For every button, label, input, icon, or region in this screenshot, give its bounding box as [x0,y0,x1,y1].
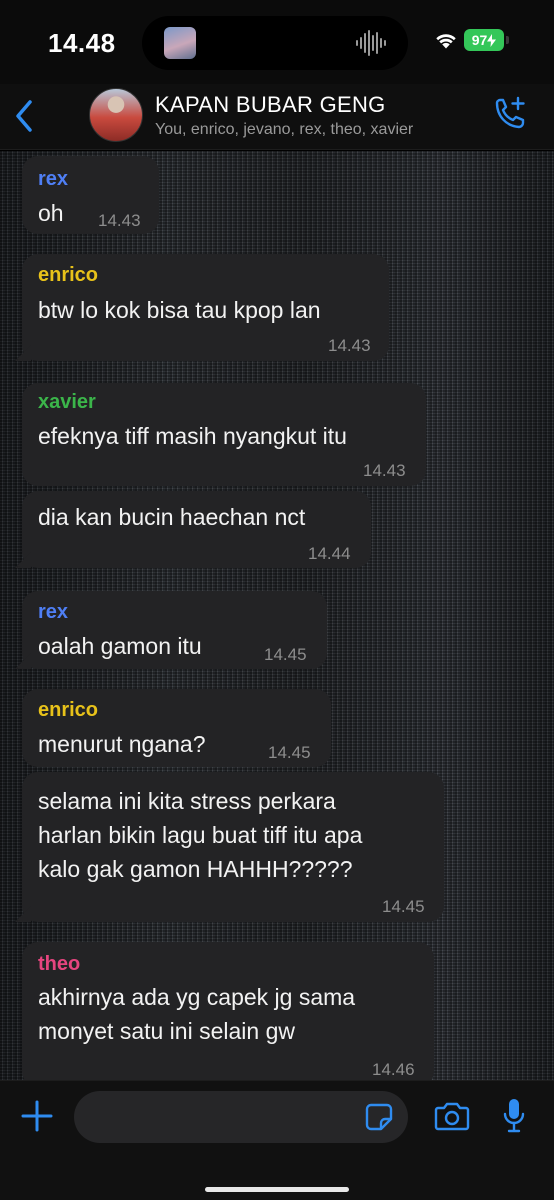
sticker-icon[interactable] [365,1103,393,1131]
charging-bolt-icon [487,33,497,47]
message-time: 14.46 [372,1060,415,1079]
phone-plus-icon[interactable] [491,96,527,132]
message-text: efeknya tiff masih nyangkut itu [38,423,347,449]
message-text: akhirnya ada yg capek jg sama [38,984,356,1010]
message-text: kalo gak gamon HAHHH????? [38,856,353,882]
wifi-icon [436,34,456,49]
message-bubble[interactable]: enrico menurut ngana? 14.45 [22,689,331,767]
message-text: oh [38,200,64,226]
battery-tip [506,36,509,44]
message-time: 14.43 [328,336,371,355]
message-bubble[interactable]: rex oh 14.43 [22,156,159,234]
message-sender: enrico [38,264,99,286]
composer-bar [0,1080,554,1200]
message-bubble[interactable]: enrico btw lo kok bisa tau kpop lan 14.4… [22,254,389,361]
message-bubble[interactable]: dia kan bucin haechan nct 14.44 [22,491,371,568]
microphone-icon[interactable] [502,1097,526,1135]
status-time: 14.48 [48,28,116,58]
back-chevron-icon[interactable] [12,98,36,134]
battery-level: 97 [471,32,488,48]
home-indicator[interactable] [205,1187,349,1192]
message-sender: rex [38,601,69,623]
group-name[interactable]: KAPAN BUBAR GENG [155,92,386,118]
message-text: monyet satu ini selain gw [38,1018,295,1044]
message-time: 14.44 [308,544,351,563]
message-text: menurut ngana? [38,731,206,757]
message-bubble[interactable]: rex oalah gamon itu 14.45 [22,591,327,669]
message-text: selama ini kita stress perkara [38,788,336,814]
battery-indicator: 97 [464,29,504,51]
now-playing-artwork [164,27,196,59]
message-text: dia kan bucin haechan nct [38,504,306,530]
message-bubble[interactable]: theo akhirnya ada yg capek jg sama monye… [22,942,434,1080]
message-text: btw lo kok bisa tau kpop lan [38,297,321,323]
chat-header: KAPAN BUBAR GENG You, enrico, jevano, re… [0,84,554,150]
message-sender: enrico [38,699,99,721]
status-bar: 14.48 97 [0,0,554,84]
message-time: 14.43 [98,211,141,230]
message-time: 14.45 [268,743,311,762]
message-text: harlan bikin lagu buat tiff itu apa [38,822,363,848]
message-list[interactable]: rex oh 14.43 enrico btw lo kok bisa tau … [0,151,554,1080]
message-bubble[interactable]: xavier efeknya tiff masih nyangkut itu 1… [22,383,426,486]
message-sender: rex [38,168,69,190]
message-time: 14.45 [264,645,307,664]
message-sender: theo [38,953,81,975]
message-time: 14.43 [363,461,406,480]
message-input[interactable] [74,1091,408,1143]
group-avatar[interactable] [89,88,143,142]
plus-icon[interactable] [20,1099,54,1133]
dynamic-island[interactable] [142,16,408,70]
camera-icon[interactable] [434,1101,470,1131]
audio-waveform-icon [356,30,386,56]
message-time: 14.45 [382,897,425,916]
message-bubble[interactable]: selama ini kita stress perkara harlan bi… [22,772,444,922]
message-text: oalah gamon itu [38,633,202,659]
message-sender: xavier [38,391,96,413]
group-members[interactable]: You, enrico, jevano, rex, theo, xavier [155,121,413,139]
